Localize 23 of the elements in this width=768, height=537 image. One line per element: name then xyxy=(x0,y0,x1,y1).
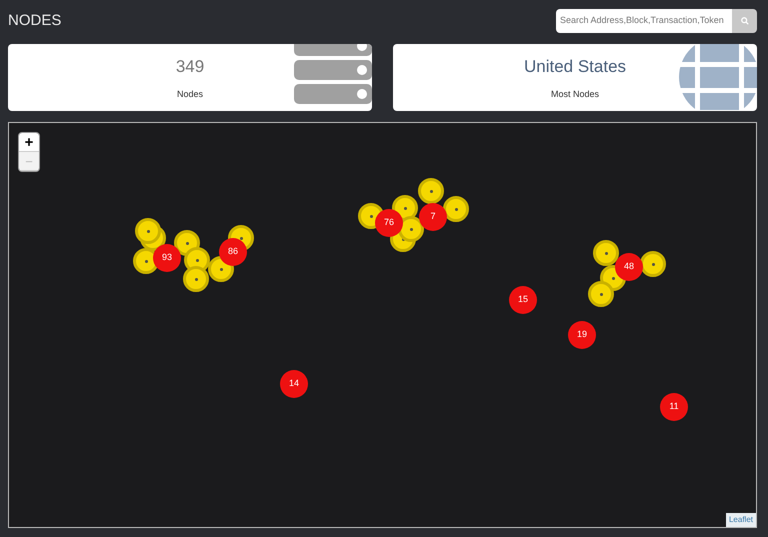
node-marker[interactable] xyxy=(418,178,444,204)
cluster-marker[interactable]: 86 xyxy=(219,238,247,266)
stat-label: Nodes xyxy=(176,88,203,100)
cluster-marker[interactable]: 7 xyxy=(419,203,447,231)
zoom-button[interactable]: + xyxy=(19,133,39,152)
attribution-link[interactable]: Leaflet xyxy=(726,513,756,527)
cluster-marker[interactable]: 11 xyxy=(660,393,688,421)
stat-value: United States xyxy=(524,56,626,78)
node-marker[interactable] xyxy=(640,251,666,277)
node-marker[interactable] xyxy=(443,196,469,222)
node-marker[interactable] xyxy=(593,240,619,266)
cluster-marker[interactable]: 15 xyxy=(509,286,537,314)
page-title: NODES xyxy=(8,10,62,31)
node-marker[interactable] xyxy=(183,266,209,292)
cluster-marker[interactable]: 19 xyxy=(568,321,596,349)
stat-value: 349 xyxy=(176,56,204,78)
search-icon xyxy=(740,17,748,25)
stat-label: Most Nodes xyxy=(550,88,600,100)
cluster-marker[interactable]: 14 xyxy=(280,370,308,398)
node-marker[interactable] xyxy=(135,218,161,244)
search-field[interactable]: Search Address,Block,Transaction,Token xyxy=(556,9,732,33)
cluster-marker[interactable]: 48 xyxy=(615,253,643,281)
node-marker[interactable] xyxy=(588,281,614,307)
